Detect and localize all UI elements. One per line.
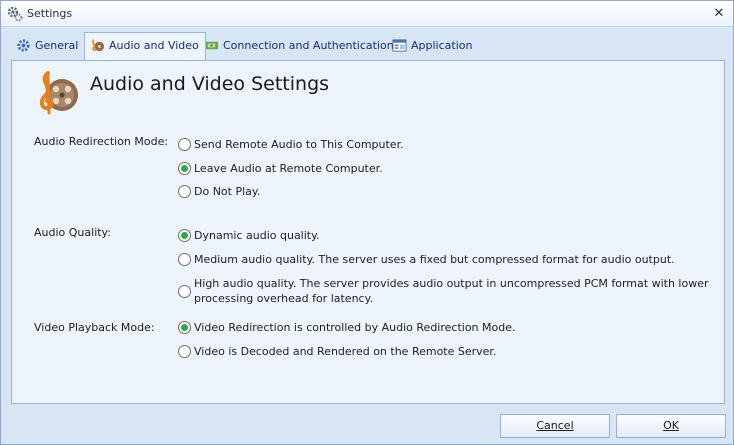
tab-label: Application — [411, 39, 473, 52]
tab-application[interactable]: Application — [387, 33, 478, 59]
option-label: Dynamic audio quality. — [194, 229, 320, 242]
radio-button[interactable] — [178, 253, 191, 266]
connection-icon — [204, 41, 219, 50]
option-label: Leave Audio at Remote Computer. — [194, 162, 383, 175]
tab-label: Connection and Authentication — [223, 39, 394, 52]
ok-button[interactable]: OK — [616, 414, 726, 438]
tab-general[interactable]: General — [11, 33, 84, 59]
radio-button[interactable] — [178, 321, 191, 334]
option-label: Send Remote Audio to This Computer. — [194, 138, 404, 151]
radio-button[interactable] — [178, 138, 191, 151]
audio-redirection-label: Audio Redirection Mode: — [34, 135, 169, 148]
title-bar[interactable]: Settings ✕ — [1, 1, 733, 27]
audio-video-icon — [39, 71, 78, 115]
option-label: Video Redirection is controlled by Audio… — [194, 321, 516, 334]
close-button[interactable]: ✕ — [709, 4, 729, 24]
audio-video-panel: Audio and Video Settings Audio Redirecti… — [11, 60, 725, 404]
cancel-button[interactable]: Cancel — [500, 414, 610, 438]
application-icon — [392, 39, 407, 52]
radio-button[interactable] — [178, 185, 191, 198]
settings-window: Settings ✕ General Audio and Video Conne… — [0, 0, 734, 445]
gear-icon — [17, 39, 30, 52]
tab-label: General — [35, 39, 79, 52]
audio-quality-label: Audio Quality: — [34, 226, 111, 239]
tab-audio-video[interactable]: Audio and Video — [84, 32, 206, 60]
tab-label: Audio and Video — [109, 39, 199, 52]
audio-video-icon — [92, 39, 105, 52]
gear-icon — [7, 6, 23, 22]
tab-connection-authentication[interactable]: Connection and Authentication — [199, 33, 400, 59]
window-title: Settings — [27, 7, 73, 20]
option-label: High audio quality. The server provides … — [194, 277, 709, 305]
radio-button[interactable] — [178, 285, 191, 298]
option-label: Video is Decoded and Rendered on the Rem… — [194, 345, 497, 358]
radio-button[interactable] — [178, 345, 191, 358]
option-label: Do Not Play. — [194, 185, 261, 198]
tab-strip: General Audio and Video Connection and A… — [11, 32, 725, 60]
video-playback-label: Video Playback Mode: — [34, 321, 155, 334]
radio-button[interactable] — [178, 162, 191, 175]
radio-button[interactable] — [178, 229, 191, 242]
option-label: Medium audio quality. The server uses a … — [194, 253, 675, 266]
page-title: Audio and Video Settings — [90, 73, 330, 95]
